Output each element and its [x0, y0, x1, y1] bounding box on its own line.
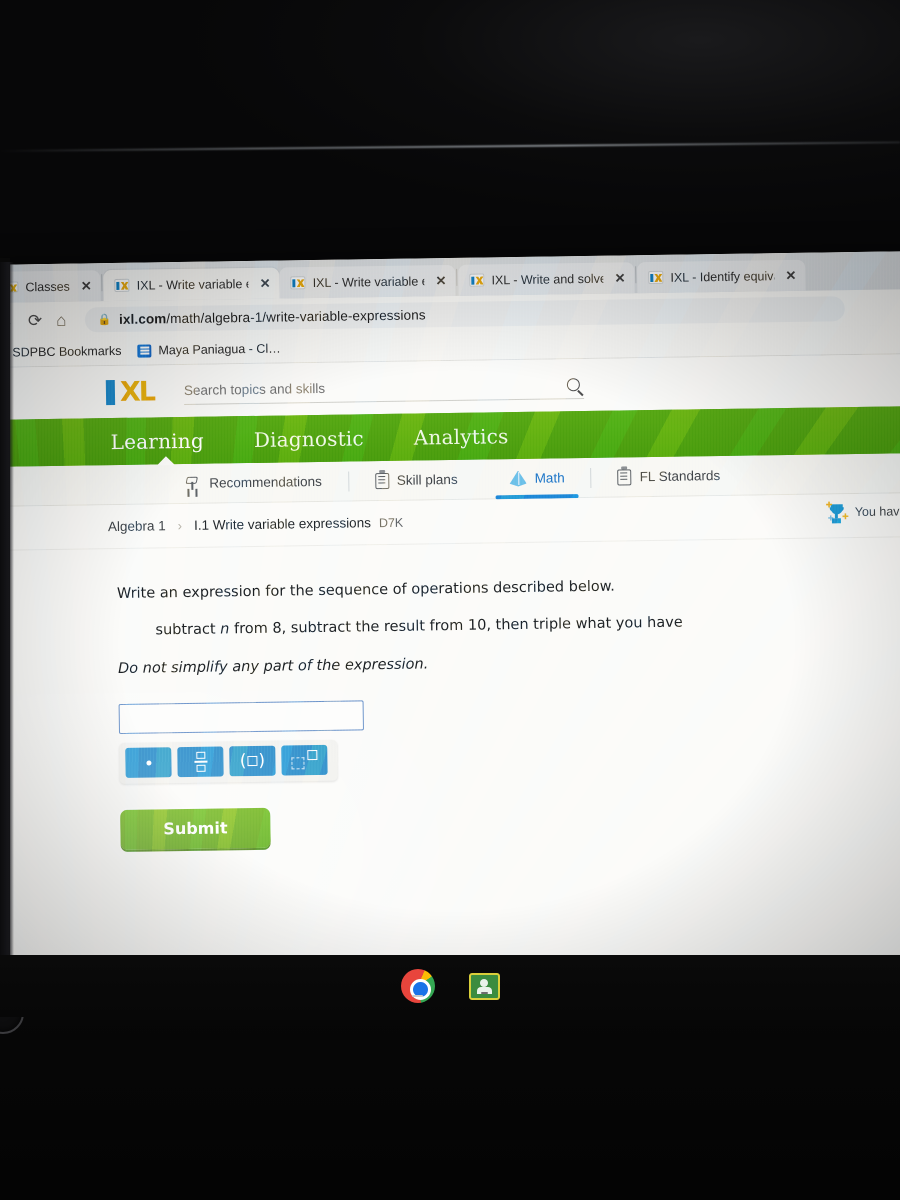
sparkle-icon: ✚ [842, 512, 849, 522]
subnav-label: FL Standards [639, 468, 721, 485]
subnav-math[interactable]: Math [483, 457, 591, 499]
search-input[interactable] [183, 377, 529, 398]
nav-analytics[interactable]: Analytics [414, 424, 509, 449]
browser-window: Classes ✕ IXL - Write variable e ✕ IXL -… [0, 251, 900, 975]
question-prompt: Write an expression for the sequence of … [116, 578, 615, 602]
bookmark-label: Maya Paniagua - Cl… [158, 341, 281, 358]
subnav-fl-standards[interactable]: FL Standards [591, 455, 746, 497]
subnav-skill-plans[interactable]: Skill plans [349, 459, 484, 501]
answer-input[interactable] [118, 700, 364, 734]
sequence-post: from 8, subtract the result from 10, the… [229, 614, 683, 637]
sparkle-icon: ✚ [825, 500, 833, 510]
tab-title: IXL - Write and solve [491, 271, 604, 287]
address-bar-url: ixl.com/math/algebra-1/write-variable-ex… [119, 307, 426, 327]
question-sequence: subtract n from 8, subtract the result f… [117, 610, 900, 641]
laptop-bezel-top [0, 0, 900, 262]
home-icon[interactable]: ⌂ [56, 310, 67, 329]
math-pyramid-icon [510, 470, 527, 486]
exponent-button[interactable] [281, 745, 328, 776]
question-note: Do not simplify any part of the expressi… [117, 656, 429, 678]
tab-title: IXL - Write variable e [136, 276, 249, 293]
sparkle-icon: ✚ [827, 515, 834, 523]
tab-title: Classes [25, 279, 70, 294]
url-path: /math/algebra-1/write-variable-expressio… [166, 306, 426, 326]
fraction-button[interactable] [177, 746, 224, 778]
skill-code: D7K [378, 515, 404, 530]
search-icon[interactable] [566, 378, 581, 392]
subnav-label: Skill plans [396, 471, 458, 488]
tab-close-icon[interactable]: ✕ [614, 270, 625, 286]
skill-plans-icon [374, 472, 389, 489]
chrome-icon[interactable] [400, 969, 435, 1003]
logo-i-bar-icon [105, 379, 116, 405]
tab-title: IXL - Write variable e [312, 273, 425, 290]
multiply-dot-button[interactable] [125, 747, 172, 779]
trophy-icon: ✚ ✚ ✚ [825, 500, 849, 523]
bezel-seam [0, 141, 900, 152]
ixl-favicon-icon [114, 278, 130, 292]
nav-learning[interactable]: Learning [111, 428, 205, 453]
url-domain: ixl.com [118, 310, 167, 327]
ixl-favicon-icon [290, 276, 306, 290]
reload-icon[interactable]: ⟳ [28, 311, 43, 330]
award-notice[interactable]: ✚ ✚ ✚ You have pri [825, 500, 900, 523]
doc-icon [137, 343, 152, 358]
fraction-icon [193, 752, 207, 772]
math-symbol-toolbar: () [119, 739, 338, 784]
subnav-recommendations[interactable]: Recommendations [159, 461, 348, 504]
subnav-label: Recommendations [209, 473, 322, 491]
classroom-favicon-icon [3, 281, 19, 293]
ixl-favicon-icon [469, 273, 485, 287]
sequence-variable: n [220, 620, 230, 638]
breadcrumb-separator-icon: › [177, 518, 183, 534]
nav-diagnostic[interactable]: Diagnostic [254, 426, 364, 452]
running-indicator [480, 991, 488, 994]
screen-photo: Classes ✕ IXL - Write variable e ✕ IXL -… [0, 0, 900, 1200]
bookmark-sdpbc[interactable]: SDPBC Bookmarks [0, 344, 122, 360]
breadcrumb-skill: I.1 Write variable expressions [193, 515, 371, 533]
ixl-logo[interactable]: XL [105, 375, 155, 408]
tab-close-icon[interactable]: ✕ [81, 278, 92, 294]
tab-write-variable-1[interactable]: IXL - Write variable e ✕ [103, 267, 280, 302]
folder-icon [0, 347, 6, 358]
shelf-item-chrome[interactable] [400, 969, 435, 1003]
logo-xl-text: XL [119, 375, 155, 408]
tab-write-and-solve[interactable]: IXL - Write and solve ✕ [458, 262, 635, 296]
chromeos-shelf [0, 955, 900, 1017]
forward-arrow-icon[interactable]: → [0, 311, 14, 330]
standards-clipboard-icon [617, 468, 632, 486]
lock-icon: 🔒 [97, 313, 112, 326]
submit-button[interactable]: Submit [120, 807, 271, 850]
exponent-icon [291, 750, 318, 770]
question-area: Write an expression for the sequence of … [0, 537, 900, 852]
tab-write-variable-2[interactable]: IXL - Write variable e ✕ [279, 264, 456, 299]
recommendations-icon [185, 476, 201, 491]
tab-identify-equivalent[interactable]: IXL - Identify equival ✕ [637, 259, 806, 294]
parentheses-icon: () [239, 750, 266, 771]
multiply-dot-icon [145, 760, 151, 766]
tab-close-icon[interactable]: ✕ [435, 273, 446, 289]
google-classroom-icon[interactable] [468, 972, 500, 1000]
sequence-pre: subtract [155, 621, 221, 638]
running-indicator [412, 995, 423, 997]
tab-close-icon[interactable]: ✕ [260, 275, 271, 291]
search-box[interactable] [183, 371, 585, 405]
parentheses-button[interactable]: () [229, 745, 276, 777]
shelf-item-classroom[interactable] [468, 972, 500, 1000]
page-content: XL Learning Diagnostic Analytics Recomme… [0, 354, 900, 968]
ixl-favicon-icon [648, 270, 664, 285]
tab-title: IXL - Identify equival [670, 268, 775, 285]
subnav-label: Math [534, 470, 565, 486]
bookmark-maya-paniagua[interactable]: Maya Paniagua - Cl… [137, 341, 281, 358]
tab-classes[interactable]: Classes ✕ [0, 270, 101, 303]
breadcrumb-course[interactable]: Algebra 1 [108, 518, 166, 534]
award-text: You have pri [854, 504, 900, 520]
bookmark-label: SDPBC Bookmarks [12, 343, 122, 360]
tab-close-icon[interactable]: ✕ [785, 267, 796, 283]
address-bar[interactable]: 🔒 ixl.com/math/algebra-1/write-variable-… [84, 295, 845, 332]
